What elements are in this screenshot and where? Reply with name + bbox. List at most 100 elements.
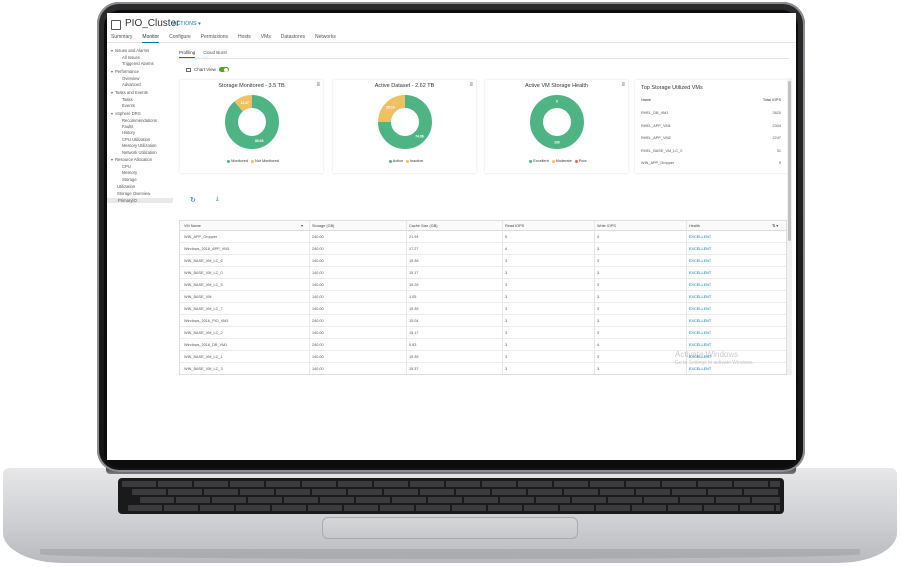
subtab-profiling[interactable]: Profiling [179,50,196,58]
tab-datastores[interactable]: Datastores [281,34,305,43]
donut-chart: 100 0 [530,95,584,149]
sidebar-item-cpu[interactable]: CPU [122,164,131,169]
legend-label[interactable]: Moderate [556,159,572,163]
top-vm-name[interactable]: RHEL_DB_VM1 [641,111,668,115]
column-header-read-iops[interactable]: Read IOPS [505,224,524,228]
health-status[interactable]: EXCELLENT [689,247,711,251]
menu-icon[interactable]: ≡ [469,82,473,88]
table-cell: 15.04 [409,319,419,323]
sidebar-item-faults[interactable]: Faults [122,124,133,129]
sidebar-item-network-utilization[interactable]: Network Utilization [122,150,157,155]
scrollbar[interactable] [787,78,792,375]
sidebar-item-resource-allocation[interactable]: Resource Allocation [111,157,152,162]
download-icon[interactable]: ⤓ [216,196,219,203]
column-header-write-iops[interactable]: Write IOPS [597,224,616,228]
laptop-trackpad [322,517,578,539]
subtab-cloud-burst[interactable]: Cloud Burst [203,50,227,58]
sidebar-item-storage-overview[interactable]: Storage Overview [117,191,150,196]
health-status[interactable]: EXCELLENT [689,307,711,311]
vm-name-cell: WIN_BASE_VM [184,295,212,299]
health-status[interactable]: EXCELLENT [689,319,711,323]
menu-icon[interactable]: ≡ [316,82,320,88]
legend-label[interactable]: Inactive [410,159,423,163]
health-status[interactable]: EXCELLENT [689,331,711,335]
sidebar-item-advanced[interactable]: Advanced [122,82,141,87]
tab-hosts[interactable]: Hosts [238,34,251,43]
legend-label[interactable]: Excellent [533,159,548,163]
monitor-sidebar: Issues and Alarms All IssuesTriggered Ala… [107,46,173,375]
health-status[interactable]: EXCELLENT [689,259,711,263]
sidebar-item-vsphere-drs[interactable]: vSphere DRS [111,111,141,116]
health-status[interactable]: EXCELLENT [689,343,711,347]
tab-configure[interactable]: Configure [169,34,191,43]
sidebar-item-storage[interactable]: Storage [122,177,137,182]
sidebar-item-events[interactable]: Events [122,103,135,108]
filter-icon[interactable]: ▾ [301,223,303,228]
tab-vms[interactable]: VMs [261,34,271,43]
table-row[interactable]: WIN_APP_Gropper 240.00 21.94 5 4 EXCELLENT [180,231,786,243]
column-menu-icon[interactable]: ⇅ ▾ [772,223,778,228]
table-row[interactable]: WIN_BASE_VM_LC_6 140.00 15.36 3 3 EXCELLENT [180,255,786,267]
table-row[interactable]: WIN_BASE_VM_LC_0 140.00 15.17 3 3 EXCELLENT [180,267,786,279]
top-vm-name[interactable]: RHEL_BASE_VM_LC_0 [641,149,682,153]
sidebar-item-all-issues[interactable]: All Issues [122,55,140,60]
table-row[interactable]: WIN_BASE_VM_LC_2 140.00 15.17 3 3 EXCELLENT [180,327,786,339]
table-cell: 3 [597,307,600,311]
sidebar-item-history[interactable]: History [122,130,135,135]
tab-networks[interactable]: Networks [315,34,336,43]
sidebar-item-utilization[interactable]: Utilization [117,184,135,189]
table-row[interactable]: WIN_BASE_VM 140.00 1.05 3 3 EXCELLENT [180,291,786,303]
table-cell: 3 [505,259,508,263]
column-header-storage-gb-[interactable]: Storage (GB) [312,224,334,228]
legend-label[interactable]: Not Monitored [255,159,279,163]
legend-label[interactable]: Monitored [231,159,248,163]
donut-segment-excellent[interactable] [530,95,584,149]
table-cell: 21.94 [409,235,419,239]
main-panel: Profiling Cloud Burst Chart View Storage … [177,46,796,375]
health-status[interactable]: EXCELLENT [689,235,711,239]
scroll-thumb[interactable] [788,81,791,241]
column-header-cache-size-gb-[interactable]: Cache Size (GB) [409,224,438,228]
vm-name-cell: WIN_BASE_VM_LC_2 [184,331,223,335]
column-header-vm-name[interactable]: VM Name [184,224,201,228]
laptop-screen: PIO_Cluster ACTIONS ▾ Summary Monitor Conf… [107,13,796,375]
sidebar-item-recommendations[interactable]: Recommendations [122,118,157,123]
health-status[interactable]: EXCELLENT [689,283,711,287]
top-vm-name[interactable]: RHEL_APP_VM2 [641,136,671,140]
legend-label[interactable]: Active [393,159,403,163]
table-row[interactable]: WIN_BASE_VM_LC_5 140.00 15.26 3 3 EXCELLENT [180,279,786,291]
legend-label[interactable]: Poor [579,159,587,163]
sidebar-item-primaryio[interactable]: PrimaryIO [107,198,173,203]
sidebar-item-tasks-and-events[interactable]: Tasks and Events [111,90,148,95]
sidebar-item-performance[interactable]: Performance [111,69,139,74]
table-row[interactable]: WIN_BASE_VM_LC_7 140.00 15.35 3 3 EXCELLENT [180,303,786,315]
sidebar-item-overview[interactable]: Overview [122,76,139,81]
sidebar-item-cpu-utilization[interactable]: CPU Utilization [122,137,150,142]
vm-name-cell: Windows_2016_APP_VM1 [184,247,230,251]
screen-blank-area [107,375,796,460]
sidebar-item-memory-utilization[interactable]: Memory Utilization [122,143,156,148]
health-status[interactable]: EXCELLENT [689,271,711,275]
column-header-health[interactable]: Health [689,224,700,228]
tab-monitor[interactable]: Monitor [142,34,160,43]
top-vm-name[interactable]: WIN_APP_Gropper [641,161,674,165]
sidebar-item-memory[interactable]: Memory [122,170,137,175]
menu-icon[interactable]: ≡ [621,82,625,88]
refresh-icon[interactable]: ↻ [190,196,196,204]
table-cell: 3 [505,319,508,323]
chart-view-label: Chart View [194,67,216,72]
chart-view-toggle[interactable] [218,67,229,72]
health-status[interactable]: EXCELLENT [689,295,711,299]
table-row[interactable]: Windows_2016_PIO_VM1 240.00 15.04 3 3 EXCELLE… [180,315,786,327]
sidebar-item-tasks[interactable]: Tasks [122,97,133,102]
health-status[interactable]: EXCELLENT [689,367,711,371]
table-row[interactable]: Windows_2016_APP_VM1 240.00 17.27 4 3 EXCELLE… [180,243,786,255]
value-label-primary: 74.86 [415,134,424,138]
sidebar-item-triggered-alarms[interactable]: Triggered Alarms [122,61,154,66]
sidebar-item-issues-and-alarms[interactable]: Issues and Alarms [111,48,149,53]
top-vm-name[interactable]: RHEL_APP_VM1 [641,124,671,128]
tab-permissions[interactable]: Permissions [201,34,228,43]
table-cell: 140.00 [312,283,324,287]
tab-summary[interactable]: Summary [111,34,132,43]
actions-menu-button[interactable]: ACTIONS ▾ [173,21,201,27]
